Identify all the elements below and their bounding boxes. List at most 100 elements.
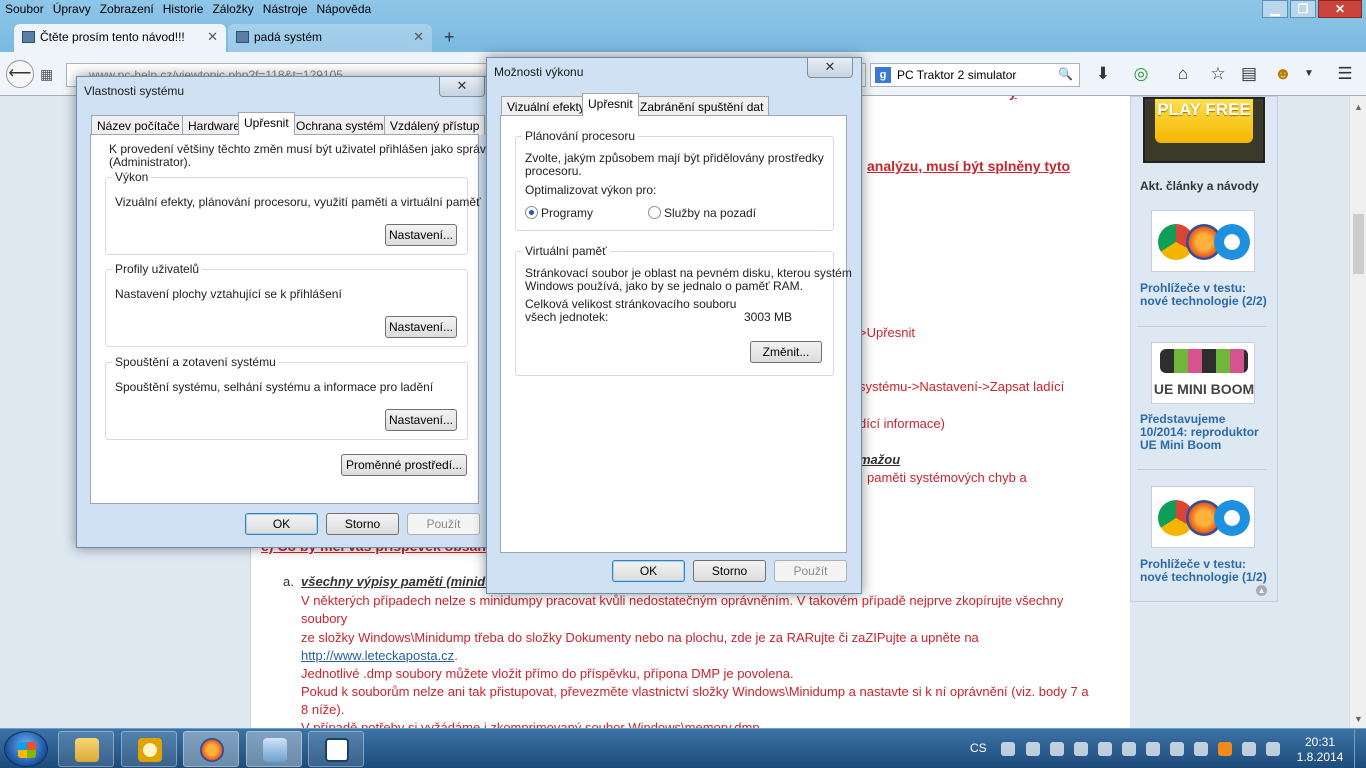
power-icon[interactable] bbox=[1242, 742, 1256, 756]
para-line: ze složky Windows\Minidump třeba do slož… bbox=[301, 630, 979, 645]
article-link-ue-boom[interactable]: Představujeme 10/2014: reproduktor UE Mi… bbox=[1140, 413, 1272, 452]
ie-icon bbox=[1214, 224, 1250, 260]
firefox-icon bbox=[200, 738, 224, 762]
menu-upravy[interactable]: Úpravy bbox=[48, 0, 95, 20]
taskbar: CS 20:31 1.8.2014 bbox=[0, 728, 1366, 768]
tab-groups-icon[interactable]: ▦ bbox=[40, 66, 53, 83]
flag-icon[interactable] bbox=[1170, 742, 1184, 756]
radio-background-label[interactable]: Služby na pozadí bbox=[664, 207, 756, 220]
tray-app-icon[interactable] bbox=[1026, 742, 1040, 756]
download-icon[interactable]: ⬇ bbox=[1092, 64, 1114, 84]
tab-vzdaleny-pristup[interactable]: Vzdálený přístup bbox=[384, 115, 486, 135]
performance-settings-button[interactable]: Nastavení... bbox=[385, 224, 457, 246]
radio-programs[interactable] bbox=[525, 206, 538, 219]
menu-historie[interactable]: Historie bbox=[158, 0, 208, 20]
mail-clock-icon bbox=[138, 738, 162, 762]
scroll-up-arrow-icon[interactable]: ▲ bbox=[1354, 102, 1363, 112]
apply-button[interactable]: Použít bbox=[407, 513, 480, 535]
dialog-close-button[interactable]: ✕ bbox=[807, 58, 853, 78]
tab-ochrana-systemu[interactable]: Ochrana systému bbox=[290, 115, 397, 135]
tray-app-icon[interactable] bbox=[1074, 742, 1088, 756]
profiles-settings-button[interactable]: Nastavení... bbox=[385, 316, 457, 338]
scroll-top-icon[interactable]: ▲ bbox=[1256, 585, 1267, 596]
scrollbar-thumb[interactable] bbox=[1353, 214, 1364, 274]
google-icon[interactable]: g bbox=[875, 67, 891, 83]
menu-nastroje[interactable]: Nástroje bbox=[258, 0, 312, 20]
dialog-title: Možnosti výkonu bbox=[494, 65, 584, 79]
divider bbox=[1137, 469, 1267, 470]
article-link-browsers-2[interactable]: Prohlížeče v testu: nové technologie (2/… bbox=[1140, 282, 1272, 308]
tab-nazev-pocitace[interactable]: Název počítače bbox=[91, 115, 186, 135]
dialog-close-button[interactable]: ✕ bbox=[439, 77, 485, 97]
environment-variables-button[interactable]: Proměnné prostředí... bbox=[341, 454, 467, 476]
taskbar-document[interactable] bbox=[308, 731, 364, 767]
restore-button[interactable]: ❐ bbox=[1290, 0, 1316, 18]
taskbar-explorer[interactable] bbox=[58, 731, 114, 767]
hamburger-menu-icon[interactable]: ☰ bbox=[1334, 64, 1356, 84]
tab-upresnit[interactable]: Upřesnit bbox=[582, 93, 639, 116]
ad-banner[interactable]: PLAY FREE bbox=[1143, 97, 1265, 163]
menu-zobrazeni[interactable]: Zobrazení bbox=[95, 0, 158, 20]
virtual-memory-group: Virtuální paměť Stránkovací soubor je ob… bbox=[515, 244, 852, 376]
tab-upresnit[interactable]: Upřesnit bbox=[238, 112, 295, 135]
tray-app-icon[interactable] bbox=[1146, 742, 1160, 756]
close-window-button[interactable]: ✕ bbox=[1318, 0, 1362, 18]
cancel-button[interactable]: Storno bbox=[693, 560, 766, 582]
input-language[interactable]: CS bbox=[970, 741, 987, 755]
taskbar-system-properties[interactable] bbox=[246, 731, 302, 767]
bookmarks-list-icon[interactable]: ▤ bbox=[1238, 64, 1260, 84]
tab-navod[interactable]: Čtěte prosím tento návod!!! ✕ bbox=[14, 24, 226, 52]
page-scrollbar[interactable]: ▲ ▼ bbox=[1349, 96, 1366, 728]
article-thumb-browsers[interactable] bbox=[1151, 210, 1255, 272]
tray-app-icon[interactable] bbox=[1122, 742, 1136, 756]
group-title: Virtuální paměť bbox=[522, 244, 610, 258]
search-input[interactable] bbox=[897, 67, 1057, 83]
home-icon[interactable]: ⌂ bbox=[1172, 64, 1194, 84]
scroll-down-arrow-icon[interactable]: ▼ bbox=[1354, 714, 1363, 724]
radio-background-services[interactable] bbox=[648, 206, 661, 219]
clock[interactable]: 20:31 1.8.2014 bbox=[1290, 735, 1350, 765]
menu-zalozky[interactable]: Záložky bbox=[207, 0, 257, 20]
tray-app-icon[interactable] bbox=[1001, 742, 1015, 756]
article-thumb-browsers[interactable] bbox=[1151, 486, 1255, 548]
tab-close-icon[interactable]: ✕ bbox=[207, 29, 218, 45]
ad-play-free-button[interactable]: PLAY FREE bbox=[1155, 99, 1253, 143]
addon-face-icon[interactable]: ☻ bbox=[1272, 64, 1294, 84]
tab-visual-effects[interactable]: Vizuální efekty bbox=[501, 96, 591, 116]
tab-pada-system[interactable]: padá systém ✕ bbox=[228, 24, 432, 52]
taskbar-firefox[interactable] bbox=[183, 731, 239, 767]
back-button[interactable]: ⟵ bbox=[6, 60, 34, 88]
list-marker: a. bbox=[283, 574, 294, 589]
tray-app-icon[interactable] bbox=[1050, 742, 1064, 756]
apply-button[interactable]: Použít bbox=[774, 560, 847, 582]
menu-soubor[interactable]: Soubor bbox=[0, 0, 48, 20]
cancel-button[interactable]: Storno bbox=[326, 513, 399, 535]
sync-icon[interactable]: ◎ bbox=[1130, 64, 1152, 84]
tab-dep[interactable]: Zabránění spuštění dat bbox=[634, 96, 770, 116]
radio-programs-label[interactable]: Programy bbox=[541, 207, 593, 220]
tab-hardware[interactable]: Hardware bbox=[182, 115, 247, 135]
ok-button[interactable]: OK bbox=[612, 560, 685, 582]
tab-bar: Čtěte prosím tento návod!!! ✕ padá systé… bbox=[0, 24, 1366, 52]
leteckaposta-link[interactable]: http://www.leteckaposta.cz bbox=[301, 648, 454, 663]
search-icon[interactable]: 🔍 bbox=[1058, 67, 1073, 81]
tab-close-icon[interactable]: ✕ bbox=[413, 29, 424, 45]
show-desktop-button[interactable] bbox=[1354, 729, 1366, 768]
taskbar-outlook[interactable] bbox=[121, 731, 177, 767]
startup-settings-button[interactable]: Nastavení... bbox=[385, 409, 457, 431]
new-tab-button[interactable]: + bbox=[444, 27, 455, 48]
tray-app-icon[interactable] bbox=[1098, 742, 1112, 756]
network-icon[interactable] bbox=[1266, 742, 1280, 756]
document-icon bbox=[325, 738, 349, 762]
minimize-button[interactable]: ▁ bbox=[1262, 0, 1288, 18]
tray-app-icon[interactable] bbox=[1218, 742, 1232, 756]
menu-napoveda[interactable]: Nápověda bbox=[311, 0, 375, 20]
ok-button[interactable]: OK bbox=[245, 513, 318, 535]
article-link-browsers-1[interactable]: Prohlížeče v testu: nové technologie (1/… bbox=[1140, 558, 1272, 584]
change-virtual-memory-button[interactable]: Změnit... bbox=[750, 341, 822, 363]
chevron-down-icon[interactable]: ▼ bbox=[1298, 68, 1320, 79]
start-button[interactable] bbox=[4, 731, 48, 767]
bookmark-star-icon[interactable]: ☆ bbox=[1207, 64, 1229, 84]
tray-app-icon[interactable] bbox=[1194, 742, 1208, 756]
article-thumb-ue-boom[interactable]: UE MINI BOOM bbox=[1151, 342, 1255, 404]
